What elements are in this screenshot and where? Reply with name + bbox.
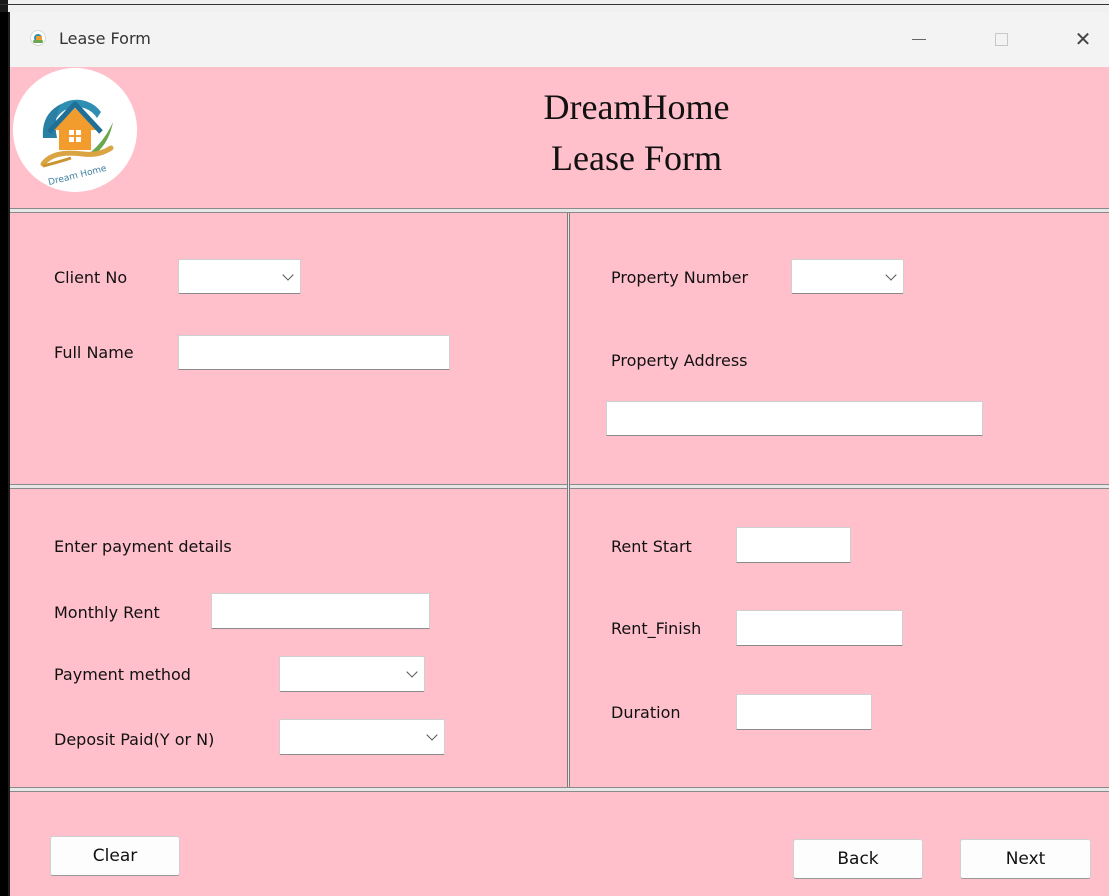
client-no-combobox[interactable]	[178, 259, 301, 294]
window-title: Lease Form	[59, 29, 151, 48]
maximize-button[interactable]	[978, 21, 1024, 57]
header-title-dreamhome: DreamHome	[543, 87, 730, 127]
property-number-combobox[interactable]	[791, 259, 904, 294]
divider-vertical	[567, 213, 570, 787]
monthly-rent-label: Monthly Rent	[54, 603, 160, 622]
full-name-input[interactable]	[178, 335, 450, 370]
close-button[interactable]: ✕	[1060, 21, 1106, 57]
monthly-rent-input[interactable]	[211, 593, 430, 629]
header-title-lease-form: Lease Form	[551, 138, 722, 178]
chevron-down-icon	[282, 268, 294, 281]
rent-finish-label: Rent_Finish	[611, 619, 702, 638]
background-window-edge	[0, 0, 1109, 12]
background-window-corner	[0, 0, 8, 12]
rent-finish-input[interactable]	[736, 610, 903, 646]
deposit-paid-label: Deposit Paid(Y or N)	[54, 730, 215, 749]
divider-footer	[10, 787, 1109, 792]
lease-form-window: Lease Form ✕ Dream Home DreamHome Lease …	[8, 12, 1109, 896]
back-button[interactable]: Back	[793, 839, 923, 879]
deposit-paid-combobox[interactable]	[279, 719, 445, 755]
background-window-border	[0, 4, 1109, 5]
property-address-input[interactable]	[606, 401, 983, 436]
chevron-down-icon	[885, 268, 897, 281]
duration-label: Duration	[611, 703, 681, 722]
payment-details-heading: Enter payment details	[54, 537, 232, 556]
title-bar[interactable]: Lease Form ✕	[10, 12, 1109, 67]
app-logo-icon	[30, 30, 46, 46]
chevron-down-icon	[426, 729, 438, 741]
full-name-label: Full Name	[54, 343, 134, 362]
divider-middle	[10, 484, 1109, 489]
property-number-label: Property Number	[611, 268, 749, 287]
property-address-label: Property Address	[611, 351, 748, 370]
next-button[interactable]: Next	[960, 839, 1091, 879]
rent-start-label: Rent Start	[611, 537, 692, 556]
chevron-down-icon	[406, 666, 418, 678]
client-no-label: Client No	[54, 268, 128, 287]
clear-button[interactable]: Clear	[50, 836, 180, 876]
duration-input[interactable]	[736, 694, 872, 730]
minimize-button[interactable]	[896, 21, 942, 57]
payment-method-combobox[interactable]	[279, 656, 425, 692]
rent-start-input[interactable]	[736, 527, 851, 563]
payment-method-label: Payment method	[54, 665, 191, 684]
divider-header	[10, 208, 1109, 213]
